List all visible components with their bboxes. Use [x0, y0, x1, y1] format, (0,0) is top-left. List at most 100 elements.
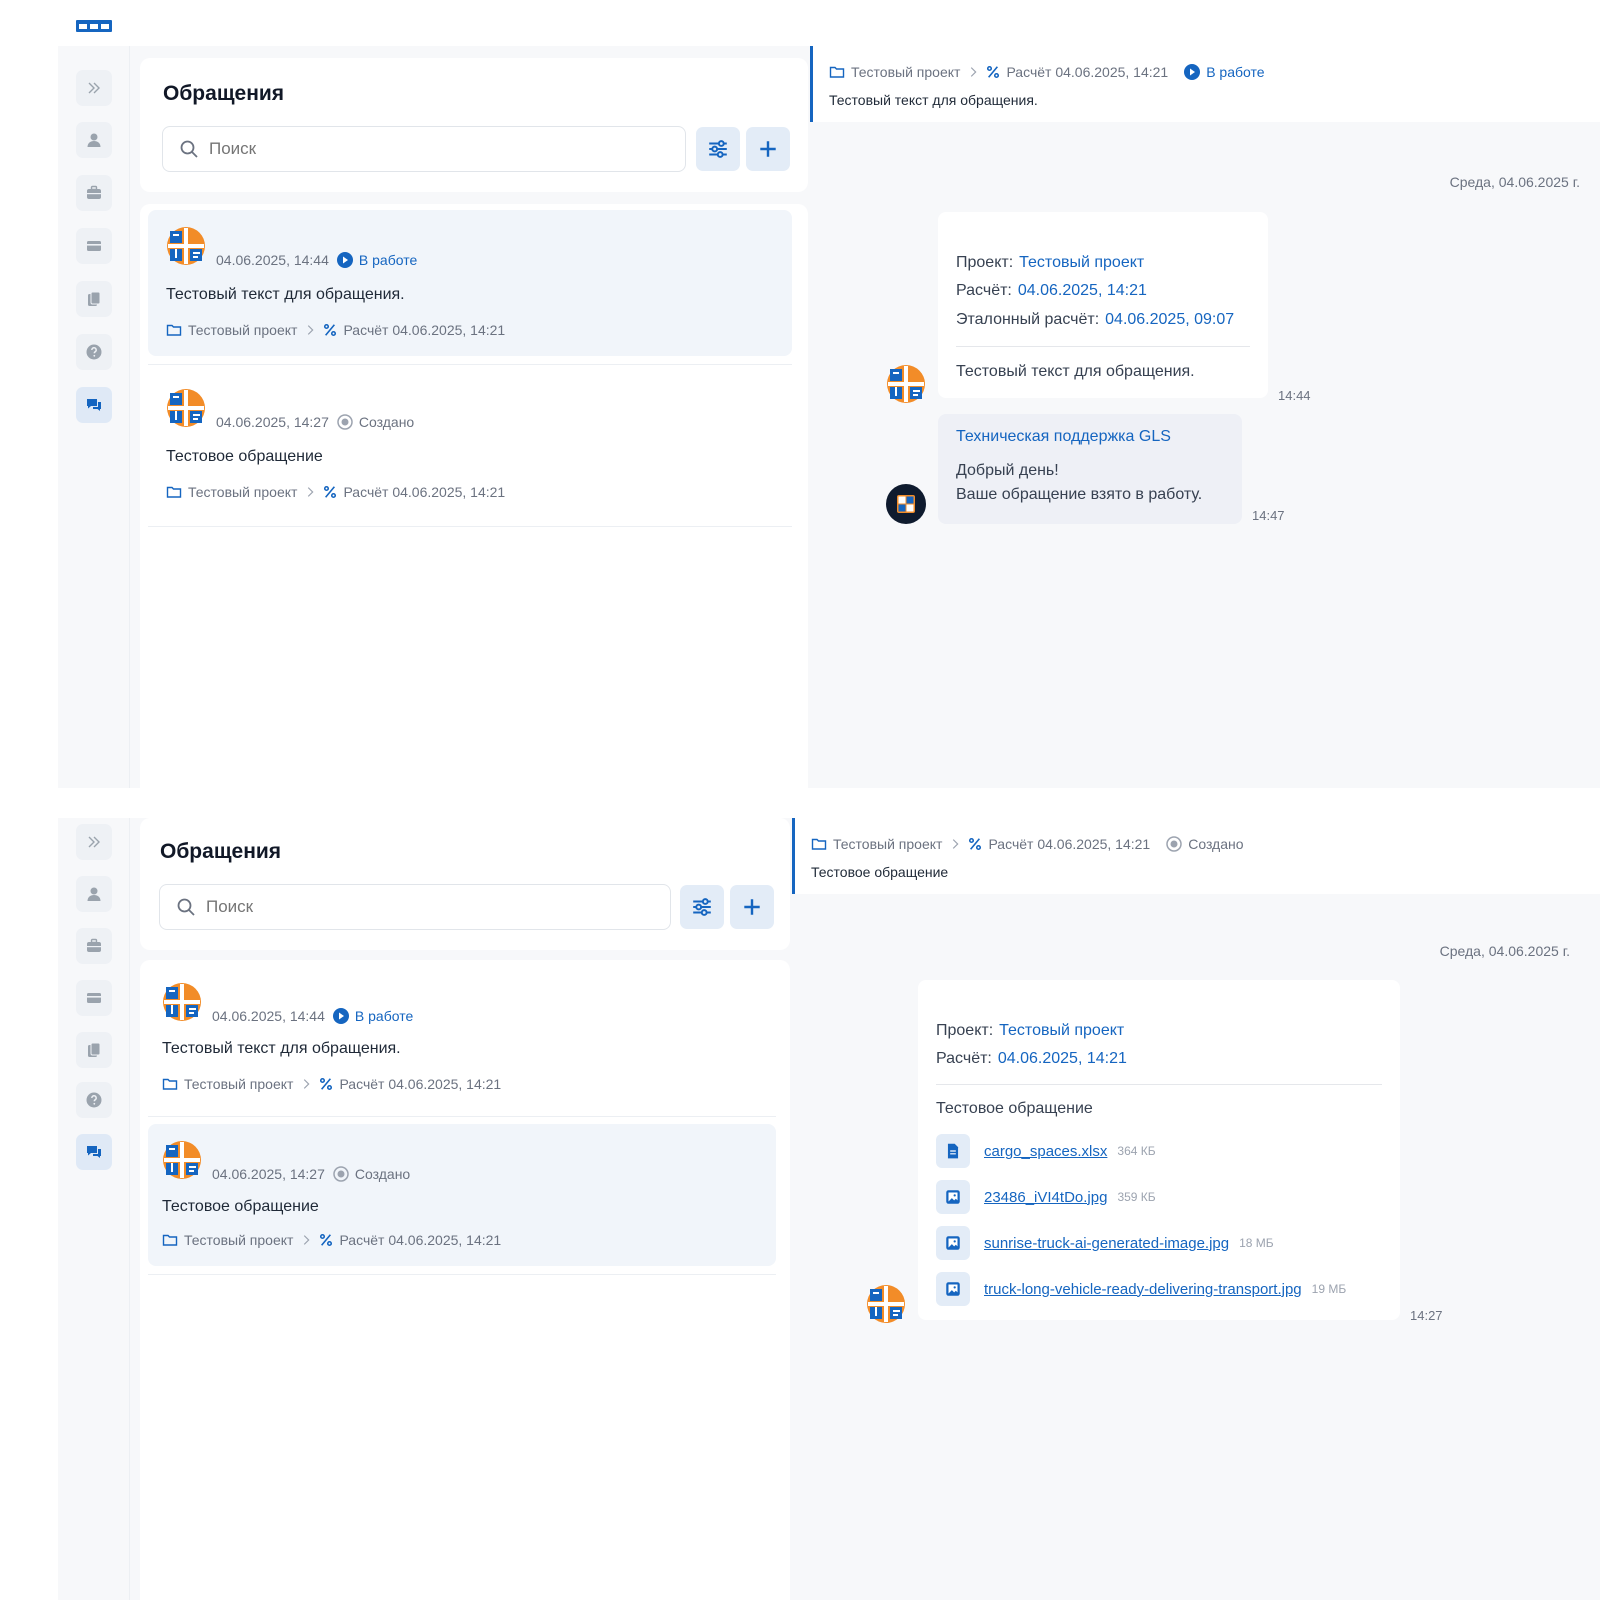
chevron-right-icon	[303, 323, 317, 337]
chevron-right-icon	[966, 65, 980, 79]
search-box[interactable]	[159, 884, 671, 930]
screen-top: Обращения 04.06.2025, 14:44 В работе Тес…	[58, 46, 1600, 788]
chat-icon	[85, 1143, 103, 1161]
double-chevron-right-icon	[85, 833, 103, 851]
message-time: 14:44	[1278, 388, 1311, 403]
filter-button[interactable]	[696, 127, 740, 171]
sidebar-item-help[interactable]	[76, 1082, 112, 1118]
attachment[interactable]: truck-long-vehicle-ready-delivering-tran…	[936, 1272, 1346, 1306]
page-title: Обращения	[160, 840, 282, 863]
plus-icon	[757, 138, 779, 160]
sidebar-item-projects[interactable]	[76, 175, 112, 211]
gls-avatar-icon	[166, 226, 206, 266]
ticket-item[interactable]: 04.06.2025, 14:27 Создано Тестовое обращ…	[148, 1124, 776, 1266]
sidebar-item-profile[interactable]	[76, 122, 112, 158]
add-ticket-button[interactable]	[746, 127, 790, 171]
expand-sidebar-button[interactable]	[76, 824, 112, 860]
chat-calc: Расчёт 04.06.2025, 14:21	[1006, 64, 1169, 80]
expand-sidebar-button[interactable]	[76, 70, 112, 106]
gls-avatar-icon	[162, 982, 202, 1022]
chat-subject: Тестовый текст для обращения.	[829, 92, 1038, 108]
divider	[148, 526, 792, 527]
filter-button[interactable]	[680, 885, 724, 929]
sidebar-item-profile[interactable]	[76, 876, 112, 912]
sidebar-item-tickets[interactable]	[76, 387, 112, 423]
add-ticket-button[interactable]	[730, 885, 774, 929]
ticket-text: Тестовый текст для обращения.	[166, 286, 405, 303]
attachment-name[interactable]: cargo_spaces.xlsx	[984, 1143, 1107, 1160]
sidebar-item-documents[interactable]	[76, 281, 112, 317]
chevron-right-icon	[303, 485, 317, 499]
ticket-date: 04.06.2025, 14:27	[216, 414, 329, 430]
support-message-bubble: Техническая поддержка GLS Добрый день! В…	[938, 414, 1242, 524]
ticket-item[interactable]: 04.06.2025, 14:44 В работе Тестовый текс…	[148, 210, 792, 356]
attachment-name[interactable]: 23486_iVI4tDo.jpg	[984, 1189, 1107, 1206]
status-badge: Создано	[1166, 836, 1244, 852]
status-badge: Создано	[333, 1166, 410, 1182]
image-icon	[944, 1234, 962, 1252]
reference-calc-link[interactable]: 04.06.2025, 09:07	[1105, 311, 1234, 328]
folder-icon	[166, 484, 182, 500]
ticket-project: Тестовый проект	[188, 484, 298, 500]
message-text: Тестовое обращение	[936, 1100, 1093, 1117]
briefcase-icon	[85, 184, 103, 202]
chat-panel: Тестовый проект Расчёт 04.06.2025, 14:21…	[810, 46, 1600, 788]
gls-avatar-icon	[866, 1284, 906, 1324]
sidebar-item-help[interactable]	[76, 334, 112, 370]
sidebar-item-documents[interactable]	[76, 1032, 112, 1068]
message-line: Ваше обращение взято в работу.	[956, 486, 1203, 503]
sidebar-item-payments[interactable]	[76, 980, 112, 1016]
status-badge: В работе	[1184, 64, 1265, 80]
card-icon	[85, 989, 103, 1007]
chat-project: Тестовый проект	[833, 836, 943, 852]
status-badge: Создано	[337, 414, 414, 430]
ticket-date: 04.06.2025, 14:44	[212, 1008, 325, 1024]
attachment-name[interactable]: sunrise-truck-ai-generated-image.jpg	[984, 1235, 1229, 1252]
message-bubble: Проект: Тестовый проект Расчёт: 04.06.2025…	[938, 212, 1268, 398]
folder-icon	[162, 1076, 178, 1092]
document-icon	[944, 1142, 962, 1160]
project-link[interactable]: Тестовый проект	[999, 1022, 1124, 1039]
folder-icon	[811, 836, 827, 852]
sliders-icon	[691, 896, 713, 918]
date-divider: Среда, 04.06.2025 г.	[1439, 943, 1570, 959]
calc-link[interactable]: 04.06.2025, 14:21	[1018, 282, 1147, 299]
sender-name: Техническая поддержка GLS	[956, 428, 1171, 445]
page-title: Обращения	[163, 82, 285, 105]
sidebar-rail	[58, 46, 130, 788]
sidebar-item-projects[interactable]	[76, 928, 112, 964]
attachment[interactable]: cargo_spaces.xlsx 364 КБ	[936, 1134, 1156, 1168]
divider	[956, 346, 1250, 347]
status-badge: В работе	[337, 252, 417, 268]
image-icon	[944, 1188, 962, 1206]
chat-panel: Тестовый проект Расчёт 04.06.2025, 14:21…	[792, 818, 1600, 1600]
help-icon	[85, 1091, 103, 1109]
percent-icon	[968, 837, 982, 851]
help-icon	[85, 343, 103, 361]
attachment[interactable]: sunrise-truck-ai-generated-image.jpg 18 …	[936, 1226, 1274, 1260]
ticket-calc: Расчёт 04.06.2025, 14:21	[339, 1076, 502, 1092]
calc-link[interactable]: 04.06.2025, 14:21	[998, 1050, 1127, 1067]
status-badge: В работе	[333, 1008, 413, 1024]
sidebar-item-payments[interactable]	[76, 228, 112, 264]
search-box[interactable]	[162, 126, 686, 172]
chat-breadcrumb: Тестовый проект Расчёт 04.06.2025, 14:21…	[829, 64, 1265, 80]
ticket-date: 04.06.2025, 14:44	[216, 252, 329, 268]
user-icon	[85, 885, 103, 903]
attachment-name[interactable]: truck-long-vehicle-ready-delivering-tran…	[984, 1281, 1302, 1298]
project-link[interactable]: Тестовый проект	[1019, 254, 1144, 271]
ticket-item[interactable]: 04.06.2025, 14:27 Создано Тестовое обращ…	[148, 372, 792, 518]
image-icon	[944, 1280, 962, 1298]
sidebar-item-tickets[interactable]	[76, 1134, 112, 1170]
attachment[interactable]: 23486_iVI4tDo.jpg 359 КБ	[936, 1180, 1156, 1214]
search-input[interactable]	[206, 897, 586, 917]
attachment-size: 18 МБ	[1239, 1236, 1274, 1250]
search-input[interactable]	[209, 139, 589, 159]
attachment-size: 364 КБ	[1117, 1144, 1156, 1158]
divider	[148, 1274, 776, 1275]
ticket-item[interactable]: 04.06.2025, 14:44 В работе Тестовый текс…	[148, 966, 776, 1112]
sidebar-rail	[58, 818, 130, 1600]
screen-bottom: Обращения 04.06.2025, 14:44 В работе Тес…	[58, 818, 1600, 1600]
chat-header: Тестовый проект Расчёт 04.06.2025, 14:21…	[810, 46, 1600, 122]
attachment-size: 19 МБ	[1311, 1282, 1347, 1296]
